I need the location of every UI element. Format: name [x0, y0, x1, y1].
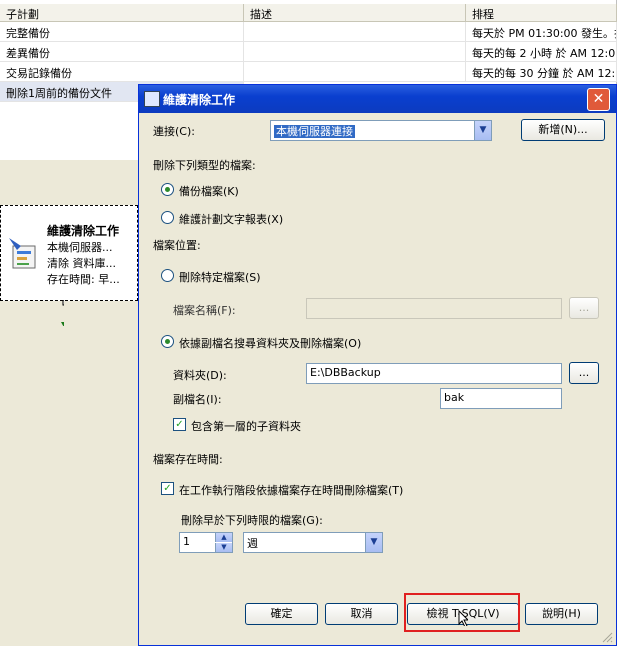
older-than-label: 刪除早於下列時限的檔案(G): [181, 514, 323, 527]
stepper-up-icon[interactable]: ▲ [215, 533, 232, 542]
file-location-label: 檔案位置: [153, 239, 201, 252]
grid-cell-desc[interactable] [244, 42, 466, 62]
age-number-stepper[interactable]: 1 ▲ ▼ [179, 532, 233, 553]
connection-label: 連接(C): [153, 125, 195, 138]
extension-label: 副檔名(I): [173, 393, 222, 406]
grid-cell-schedule[interactable]: 每天的每 30 分鐘 於 AM 12:0 [466, 62, 617, 82]
task-title: 維護清除工作 [47, 224, 120, 238]
radio-delete-specific-label[interactable]: 刪除特定檔案(S) [179, 269, 261, 285]
subfolder-checkbox[interactable]: ✓ [173, 418, 186, 431]
cleanup-task-icon [9, 238, 36, 269]
subfolder-checkbox-label[interactable]: 包含第一層的子資料夾 [191, 418, 301, 434]
age-number-value: 1 [183, 535, 190, 548]
task-line-server: 本機伺服器... [47, 241, 113, 254]
chevron-down-icon[interactable]: ▼ [474, 121, 491, 140]
connection-value: 本機伺服器連接 [274, 125, 355, 138]
grid-cell-desc[interactable] [244, 22, 466, 42]
grid-header-description[interactable]: 描述 [244, 4, 466, 22]
cleanup-task-box[interactable]: 維護清除工作 本機伺服器... 清除 資料庫... 存在時間: 早... [0, 205, 138, 301]
connection-dropdown[interactable]: 本機伺服器連接 ▼ [270, 120, 492, 141]
delete-type-label: 刪除下列類型的檔案: [153, 159, 256, 172]
age-delete-checkbox[interactable]: ✓ [161, 482, 174, 495]
dialog-titlebar[interactable]: 維護清除工作 ✕ [139, 85, 616, 113]
grid-cell-schedule[interactable]: 每天於 PM 01:30:00 發生。排 [466, 22, 617, 42]
filename-input[interactable] [306, 298, 562, 319]
chevron-down-icon[interactable]: ▼ [365, 533, 382, 552]
task-line-cleanup: 清除 資料庫... [47, 257, 116, 270]
dialog-title: 維護清除工作 [163, 93, 236, 107]
grid-cell-name[interactable]: 差異備份 [0, 42, 244, 62]
radio-backup-files[interactable] [161, 183, 174, 196]
grid-cell-name[interactable]: 完整備份 [0, 22, 244, 42]
filename-browse-button[interactable]: ... [569, 297, 599, 319]
precedence-arrow[interactable] [60, 300, 64, 326]
mouse-cursor-icon [458, 610, 468, 626]
grid-cell-schedule[interactable]: 每天的每 2 小時 於 AM 12:0 [466, 42, 617, 62]
grid-cell-desc[interactable] [244, 62, 466, 82]
folder-browse-button[interactable]: ... [569, 362, 599, 384]
extension-input[interactable]: bak [440, 388, 562, 409]
resize-grip-icon[interactable] [601, 631, 613, 643]
stepper-down-icon[interactable]: ▼ [215, 543, 232, 552]
ok-button[interactable]: 確定 [245, 603, 318, 625]
folder-input[interactable]: E:\DBBackup [306, 363, 562, 384]
radio-maintenance-report[interactable] [161, 211, 174, 224]
filename-label: 檔案名稱(F): [173, 304, 236, 317]
radio-search-folder[interactable] [161, 335, 174, 348]
radio-maintenance-report-label[interactable]: 維護計劃文字報表(X) [179, 211, 283, 227]
grid-cell-name[interactable]: 交易記錄備份 [0, 62, 244, 82]
task-line-age: 存在時間: 早... [47, 273, 120, 286]
file-age-label: 檔案存在時間: [153, 453, 223, 466]
radio-backup-files-label[interactable]: 備份檔案(K) [179, 183, 239, 199]
radio-search-folder-label[interactable]: 依據副檔名搜尋資料夾及刪除檔案(O) [179, 335, 361, 351]
new-connection-button[interactable]: 新增(N)... [521, 119, 605, 141]
folder-label: 資料夾(D): [173, 369, 227, 382]
close-button[interactable]: ✕ [587, 88, 610, 111]
cancel-button[interactable]: 取消 [325, 603, 398, 625]
radio-delete-specific[interactable] [161, 269, 174, 282]
cleanup-task-dialog: 維護清除工作 ✕ 連接(C): 本機伺服器連接 ▼ 新增(N)... 刪除下列類… [138, 84, 617, 646]
help-button[interactable]: 說明(H) [525, 603, 598, 625]
grid-header-subplan[interactable]: 子計劃 [0, 4, 244, 22]
dialog-app-icon [144, 91, 160, 107]
age-unit-dropdown[interactable]: 週 ▼ [243, 532, 383, 553]
grid-header-schedule[interactable]: 排程 [466, 4, 617, 22]
age-delete-checkbox-label[interactable]: 在工作執行階段依據檔案存在時間刪除檔案(T) [179, 482, 403, 498]
age-unit-value: 週 [247, 537, 258, 550]
